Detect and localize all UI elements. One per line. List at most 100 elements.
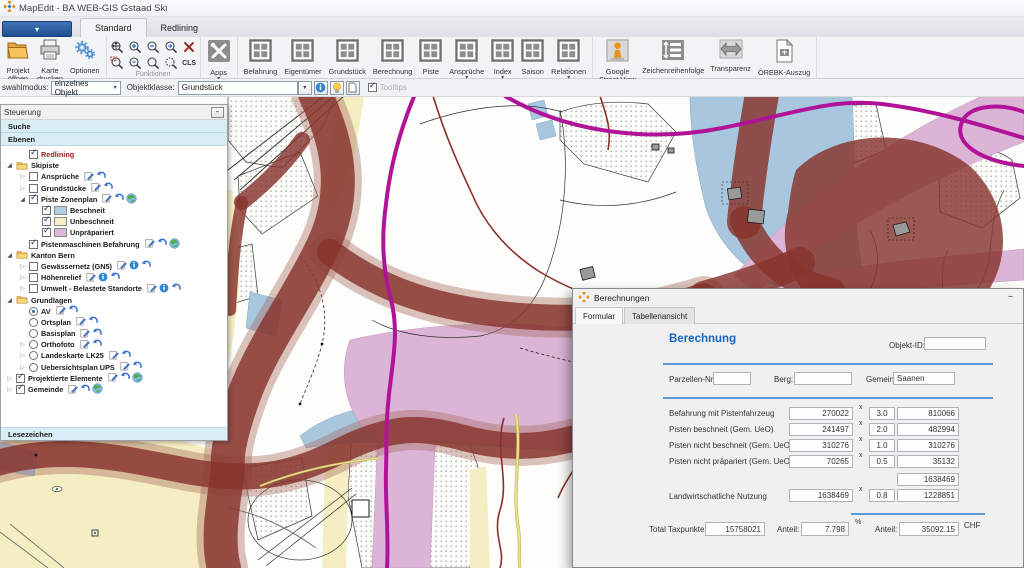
subtotal-field[interactable]: 1638469 (897, 473, 959, 486)
agri-result-field[interactable]: 1228851 (897, 489, 959, 502)
radio-button[interactable] (29, 318, 38, 327)
tree-item-gemeinde[interactable]: ▷Gemeinde (1, 384, 227, 395)
tree-item-ortsplan[interactable]: Ortsplan (1, 317, 227, 328)
edit-icon[interactable] (68, 384, 78, 396)
undo-icon[interactable] (92, 339, 102, 351)
info-icon[interactable] (129, 260, 139, 272)
piste-button[interactable]: Piste (416, 38, 445, 77)
undo-icon[interactable] (80, 384, 90, 396)
layer-checkbox[interactable] (42, 228, 51, 237)
grundstück-button[interactable]: Grundstück (326, 38, 369, 77)
parzellen-field[interactable] (713, 372, 751, 385)
expander-icon[interactable]: ▷ (19, 341, 26, 348)
saison-button[interactable]: Saison (518, 38, 547, 77)
info-button[interactable] (314, 81, 328, 95)
tree-item-gewässernetz-gn5[interactable]: ▷Gewässernetz (GN5) (1, 261, 227, 272)
radio-button[interactable] (29, 351, 38, 360)
expander-icon[interactable]: ▷ (19, 352, 26, 359)
calc-value-field[interactable]: 241497 (789, 423, 853, 436)
calc-result-field[interactable]: 310276 (897, 439, 959, 452)
edit-icon[interactable] (84, 171, 94, 183)
panel-header[interactable]: Steuerung – (1, 105, 227, 120)
undo-icon[interactable] (157, 238, 167, 250)
identify-bulb-button[interactable] (330, 81, 344, 95)
zoom-out-icon[interactable] (146, 40, 161, 54)
edit-icon[interactable] (109, 350, 119, 362)
undo-icon[interactable] (92, 328, 102, 340)
eigentümer-button[interactable]: Eigentümer (281, 38, 324, 77)
radio-button[interactable] (29, 363, 38, 372)
layer-checkbox[interactable] (29, 284, 38, 293)
calc-value-field[interactable]: 310276 (789, 439, 853, 452)
expander-icon[interactable]: ▷ (6, 375, 13, 382)
zoom-circle-icon[interactable] (146, 56, 161, 70)
total-field[interactable]: 15758021 (705, 522, 765, 536)
layer-checkbox[interactable] (42, 206, 51, 215)
relationen-button[interactable]: Relationen▾ (548, 38, 589, 81)
expander-icon[interactable]: ◢ (19, 196, 26, 203)
calc-result-field[interactable]: 810066 (897, 407, 959, 420)
layer-checkbox[interactable] (29, 150, 38, 159)
radio-button[interactable] (29, 340, 38, 349)
expander-icon[interactable]: ▷ (19, 263, 26, 270)
radio-button[interactable] (29, 307, 38, 316)
anteil-chf-field[interactable]: 35092.15 (899, 522, 959, 536)
undo-icon[interactable] (121, 350, 131, 362)
calc-factor-field[interactable]: 2.0 (869, 423, 895, 436)
edit-icon[interactable] (117, 260, 127, 272)
tree-item-pistenmaschinen-befahrung[interactable]: Pistenmaschinen Befahrung (1, 239, 227, 250)
info-icon[interactable] (98, 272, 108, 284)
edit-icon[interactable] (80, 328, 90, 340)
object-class-select[interactable]: Grundstück (178, 81, 298, 95)
tree-item-landeskarte-lk25[interactable]: ▷Landeskarte LK25 (1, 350, 227, 361)
report-page-button[interactable] (346, 81, 360, 95)
undo-icon[interactable] (171, 283, 181, 295)
undo-icon[interactable] (68, 305, 78, 317)
layer-checkbox[interactable] (16, 385, 25, 394)
layer-checkbox[interactable] (42, 217, 51, 226)
layer-checkbox[interactable] (29, 184, 38, 193)
calc-value-field[interactable]: 70265 (789, 455, 853, 468)
pan-zoom-icon[interactable] (110, 40, 125, 54)
layer-checkbox[interactable] (16, 374, 25, 383)
agri-factor-field[interactable]: 0.8 (869, 489, 895, 502)
tree-item-projektierte-elemente[interactable]: ▷Projektierte Elemente (1, 373, 227, 384)
globe-icon[interactable] (126, 193, 137, 206)
tree-item-basisplan[interactable]: Basisplan (1, 328, 227, 339)
undo-icon[interactable] (110, 272, 120, 284)
edit-icon[interactable] (145, 238, 155, 250)
tab-formular[interactable]: Formular (575, 307, 623, 324)
cls-button[interactable]: CLS (182, 56, 197, 70)
layer-checkbox[interactable] (29, 172, 38, 181)
zoom-minus-icon[interactable] (128, 56, 143, 70)
zoom-in-icon[interactable] (128, 40, 143, 54)
expander-icon[interactable]: ▷ (19, 364, 26, 371)
tree-item-skipiste[interactable]: ◢Skipiste (1, 160, 227, 171)
projekt-öffnen-button[interactable]: Projekt öffnen (3, 38, 33, 85)
tree-item-ansprüche[interactable]: ▷Ansprüche (1, 171, 227, 182)
tree-item-av[interactable]: AV (1, 306, 227, 317)
object-class-dropdown-button[interactable]: ▾ (298, 81, 312, 95)
zoom-last-icon[interactable] (164, 40, 179, 54)
tree-item-orthofoto[interactable]: ▷Orthofoto (1, 339, 227, 350)
tree-item-piste-zonenplan[interactable]: ◢Piste Zonenplan (1, 194, 227, 205)
edit-icon[interactable] (56, 305, 66, 317)
expander-icon[interactable]: ◢ (6, 297, 13, 304)
zeichenreihenfolge-button[interactable]: Zeichenreihenfolge (640, 38, 706, 76)
edit-icon[interactable] (102, 193, 112, 205)
tree-item-redlining[interactable]: Redlining (1, 149, 227, 160)
calc-value-field[interactable]: 270022 (789, 407, 853, 420)
layer-checkbox[interactable] (29, 195, 38, 204)
globe-icon[interactable] (132, 372, 143, 385)
expander-icon[interactable]: ◢ (6, 252, 13, 259)
tree-item-unbeschneit[interactable]: Unbeschneit (1, 216, 227, 227)
expander-icon[interactable]: ▷ (19, 185, 26, 192)
edit-icon[interactable] (147, 283, 157, 295)
layer-checkbox[interactable] (29, 273, 38, 282)
globe-icon[interactable] (169, 238, 180, 251)
dialog-header[interactable]: Berechnungen – (573, 289, 1023, 307)
undo-icon[interactable] (96, 171, 106, 183)
expander-icon[interactable]: ▷ (19, 173, 26, 180)
expander-icon[interactable]: ◢ (6, 162, 13, 169)
berg-field[interactable] (794, 372, 852, 385)
